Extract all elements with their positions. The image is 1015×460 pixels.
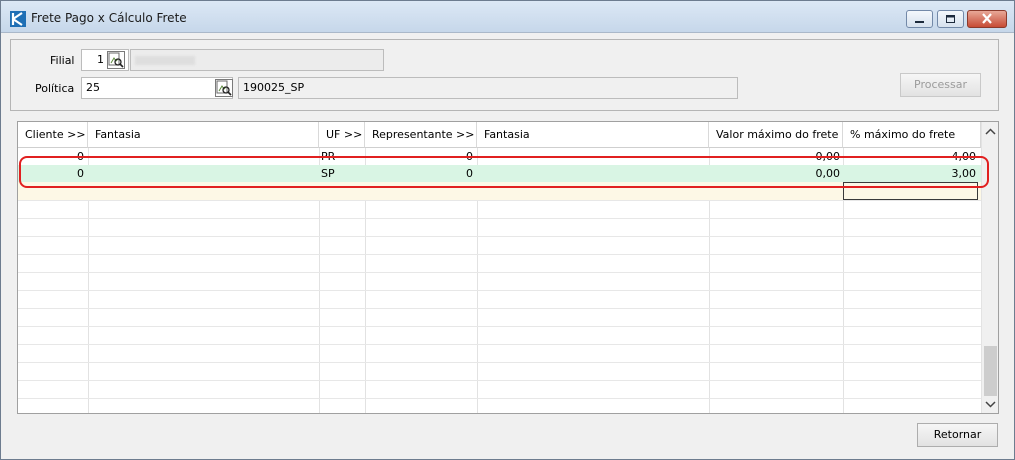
row-divider [18,362,981,363]
main-window: Frete Pago x Cálculo Frete Filial 1 Polí… [0,0,1015,460]
row-divider [18,380,981,381]
col-header-representante[interactable]: Representante >> [365,122,477,148]
politica-desc-field: 190025_SP [238,77,738,99]
minimize-button[interactable] [906,10,933,28]
row-divider [18,200,981,201]
close-button[interactable] [967,10,1007,28]
filial-lookup-button[interactable] [107,51,125,69]
row-divider [18,308,981,309]
maximize-icon [946,15,955,23]
filial-code-value: 1 [97,53,104,66]
minimize-icon [915,21,924,23]
title-bar: Frete Pago x Cálculo Frete [1,1,1014,33]
highlight-annotation [19,156,989,188]
politica-desc-value: 190025_SP [243,81,305,94]
row-divider [18,218,981,219]
scroll-up-icon[interactable] [985,128,996,136]
row-divider [18,344,981,345]
col-header-uf[interactable]: UF >> [319,122,365,148]
row-divider [18,290,981,291]
row-divider [18,272,981,273]
processar-button[interactable]: Processar [900,73,981,97]
scrollbar-thumb[interactable] [984,346,997,396]
col-header-pct-maximo[interactable]: % máximo do frete [843,122,981,148]
lookup-search-icon [216,80,232,96]
politica-label: Política [35,82,75,95]
col-header-cliente[interactable]: Cliente >> [18,122,88,148]
filial-name-field [130,49,384,71]
maximize-button[interactable] [937,10,964,28]
row-divider [18,398,981,399]
close-icon [982,13,992,24]
politica-code-field[interactable]: 25 [81,77,233,99]
app-logo-icon [10,11,26,27]
col-header-valor-maximo[interactable]: Valor máximo do frete [709,122,843,148]
window-title: Frete Pago x Cálculo Frete [31,11,187,25]
col-header-fantasia-rep[interactable]: Fantasia [477,122,709,148]
col-header-fantasia[interactable]: Fantasia [88,122,319,148]
row-divider [18,254,981,255]
row-divider [18,326,981,327]
row-divider [18,236,981,237]
filial-name-blurred [135,56,195,65]
lookup-search-icon [108,52,124,68]
politica-code-value: 25 [86,81,100,94]
retornar-button[interactable]: Retornar [917,423,998,447]
scroll-down-icon[interactable] [985,400,996,408]
politica-lookup-button[interactable] [215,79,233,97]
filial-label: Filial [50,54,75,67]
